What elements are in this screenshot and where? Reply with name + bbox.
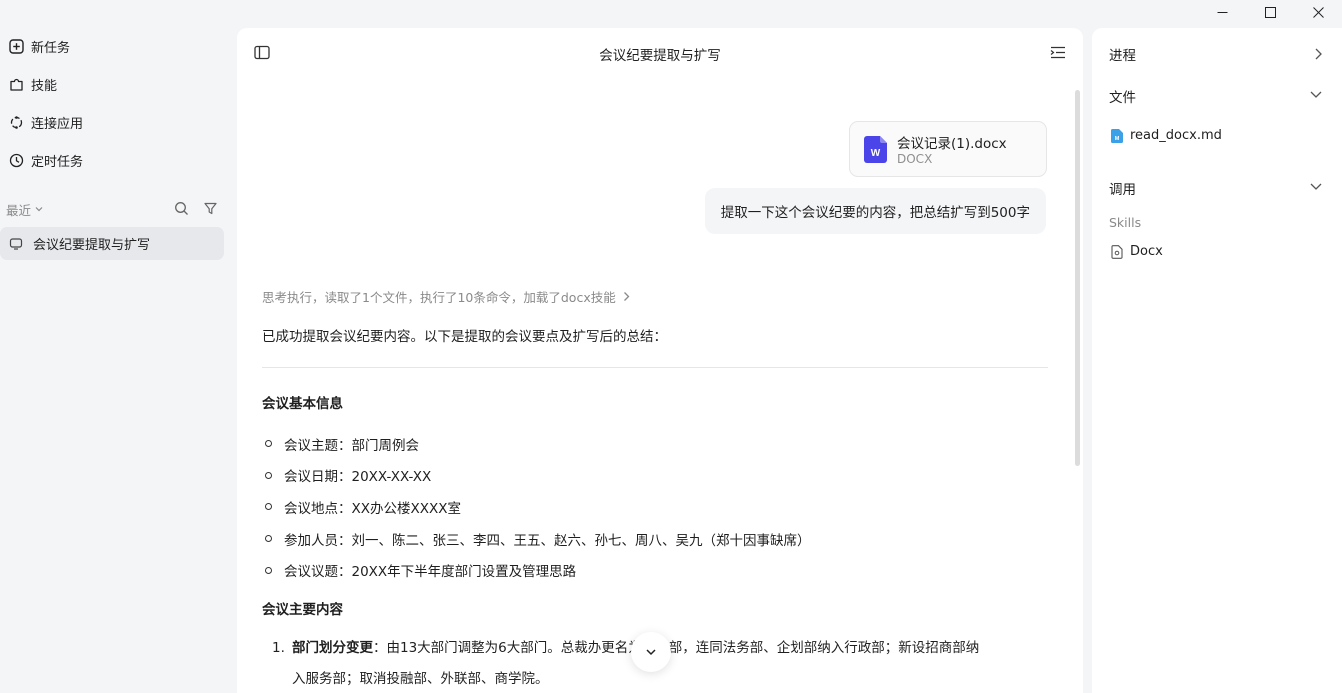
nav-skills[interactable]: 技能 — [8, 72, 57, 96]
maximize-button[interactable] — [1246, 0, 1294, 24]
list-item-text: 会议日期：20XX-XX-XX — [284, 469, 432, 486]
section-title: 会议主要内容 — [262, 602, 343, 618]
minimize-button[interactable] — [1198, 0, 1246, 24]
thinking-summary[interactable]: 思考执行，读取了1个文件，执行了10条命令，加载了docx技能 — [262, 287, 631, 306]
nav-label: 连接应用 — [31, 116, 84, 132]
conversation-title: 会议纪要提取与扩写 — [599, 48, 721, 64]
recent-item[interactable]: 会议纪要提取与扩写 — [0, 227, 224, 260]
list-item: 会议主题：部门周例会 — [262, 428, 1042, 460]
list-item-line: 入服务部；取消投融部、外联部、商学院。 — [292, 671, 549, 687]
list-number: 1. — [272, 640, 285, 656]
search-icon[interactable] — [174, 201, 189, 216]
bullet-dot — [265, 503, 272, 511]
list-outline-icon — [1050, 46, 1065, 59]
list-item: 会议日期：20XX-XX-XX — [262, 460, 1042, 492]
nav-new-task[interactable]: 新任务 — [8, 34, 70, 58]
divider — [262, 367, 1048, 368]
files-section-header[interactable]: 文件 — [1109, 85, 1331, 107]
plus-square-icon — [8, 38, 24, 54]
outline-button[interactable] — [1050, 45, 1066, 64]
skill-file-icon — [1111, 244, 1123, 259]
bullet-dot — [265, 566, 272, 574]
nav-label: 新任务 — [31, 40, 71, 56]
clock-icon — [8, 152, 24, 168]
nav-label: 技能 — [31, 78, 58, 94]
assistant-intro: 已成功提取会议纪要内容。以下是提取的会议要点及扩写后的总结： — [262, 329, 667, 345]
conversation-panel: 会议纪要提取与扩写 W 会议记录(1).docx DOCX 提取一下这个会议纪要… — [237, 28, 1083, 693]
attachment-type: DOCX — [897, 152, 933, 166]
list-item: 会议地点：XX办公楼XXXX室 — [262, 491, 1042, 523]
connect-icon — [8, 114, 24, 130]
recent-label: 最近 — [6, 202, 32, 218]
calls-section-header[interactable]: 调用 — [1109, 177, 1331, 199]
chat-monitor-icon — [9, 237, 23, 251]
close-icon — [1312, 6, 1324, 18]
calls-label: 调用 — [1109, 182, 1136, 198]
skill-name: Docx — [1130, 244, 1163, 259]
list-item-sep: ： — [373, 640, 387, 656]
list-item-title: 部门划分变更 — [292, 640, 373, 656]
progress-label: 进程 — [1109, 48, 1136, 64]
list-item-text: 参加人员：刘一、陈二、张三、李四、王五、赵六、孙七、周八、吴九（郑十因事缺席） — [284, 532, 811, 549]
conversation-header: 会议纪要提取与扩写 — [237, 28, 1083, 78]
attachment-name: 会议记录(1).docx — [897, 136, 1007, 152]
window-controls — [1198, 0, 1342, 24]
svg-text:M: M — [1115, 136, 1120, 142]
progress-section-header[interactable]: 进程 — [1109, 43, 1331, 65]
chevron-down-icon — [35, 207, 43, 212]
list-item-text: 会议主题：部门周例会 — [284, 437, 419, 454]
recent-toggle[interactable]: 最近 — [6, 200, 44, 219]
nav-connect-apps[interactable]: 连接应用 — [8, 110, 83, 134]
skill-item[interactable]: Docx — [1111, 244, 1163, 259]
chevron-down-icon — [1310, 91, 1322, 98]
minimize-icon — [1217, 11, 1227, 13]
close-button[interactable] — [1294, 0, 1342, 24]
basic-info-list: 会议主题：部门周例会 会议日期：20XX-XX-XX 会议地点：XX办公楼XXX… — [262, 428, 1042, 586]
list-item: 会议议题：20XX年下半年度部门设置及管理思路 — [262, 554, 1042, 586]
nav-scheduled-tasks[interactable]: 定时任务 — [8, 148, 83, 172]
scrollbar[interactable] — [1075, 90, 1080, 466]
maximize-icon — [1264, 6, 1276, 18]
file-name: read_docx.md — [1130, 128, 1222, 143]
chevron-down-icon — [646, 649, 656, 656]
files-label: 文件 — [1109, 90, 1136, 106]
list-item-text: 会议地点：XX办公楼XXXX室 — [284, 500, 461, 517]
puzzle-icon — [8, 76, 24, 92]
recent-item-label: 会议纪要提取与扩写 — [33, 238, 151, 253]
scroll-to-bottom-button[interactable] — [631, 632, 671, 672]
attachment-card[interactable]: W 会议记录(1).docx DOCX — [849, 121, 1047, 177]
file-item[interactable]: M read_docx.md — [1111, 128, 1222, 143]
markdown-file-icon: M — [1111, 128, 1123, 143]
section-title: 会议基本信息 — [262, 396, 343, 412]
word-doc-icon: W — [864, 136, 887, 163]
bullet-dot — [265, 471, 272, 479]
details-panel: 进程 文件 M read_docx.md 调用 Skills Docx — [1092, 28, 1342, 693]
list-item-body: 由13大部门调整为6大部门。总裁办更名为文宣部，连同法务部、企划部纳入行政部；新… — [386, 640, 980, 656]
skills-label: Skills — [1109, 215, 1142, 230]
filter-icon[interactable] — [203, 201, 218, 216]
list-item-text: 会议议题：20XX年下半年度部门设置及管理思路 — [284, 564, 577, 581]
user-message: 提取一下这个会议纪要的内容，把总结扩写到500字 — [704, 188, 1046, 234]
list-item-line: 部门划分变更：由13大部门调整为6大部门。总裁办更名为文宣部，连同法务部、企划部… — [292, 633, 1050, 664]
recent-header: 最近 — [6, 199, 226, 219]
word-icon-letter: W — [871, 148, 881, 159]
sidebar: 新任务 技能 连接应用 定时任务 最近 会议纪要提取与扩写 — [0, 0, 232, 693]
chevron-right-icon — [623, 292, 630, 301]
list-item: 参加人员：刘一、陈二、张三、李四、王五、赵六、孙七、周八、吴九（郑十因事缺席） — [262, 523, 1042, 555]
list-item-text: 部门划分变更：由13大部门调整为6大部门。总裁办更名为文宣部，连同法务部、企划部… — [292, 633, 1050, 693]
chevron-down-icon — [1310, 183, 1322, 190]
bullet-dot — [265, 440, 272, 448]
chevron-right-icon — [1315, 48, 1322, 60]
bullet-dot — [265, 535, 272, 543]
nav-label: 定时任务 — [31, 154, 84, 170]
thinking-summary-text: 思考执行，读取了1个文件，执行了10条命令，加载了docx技能 — [262, 290, 616, 305]
